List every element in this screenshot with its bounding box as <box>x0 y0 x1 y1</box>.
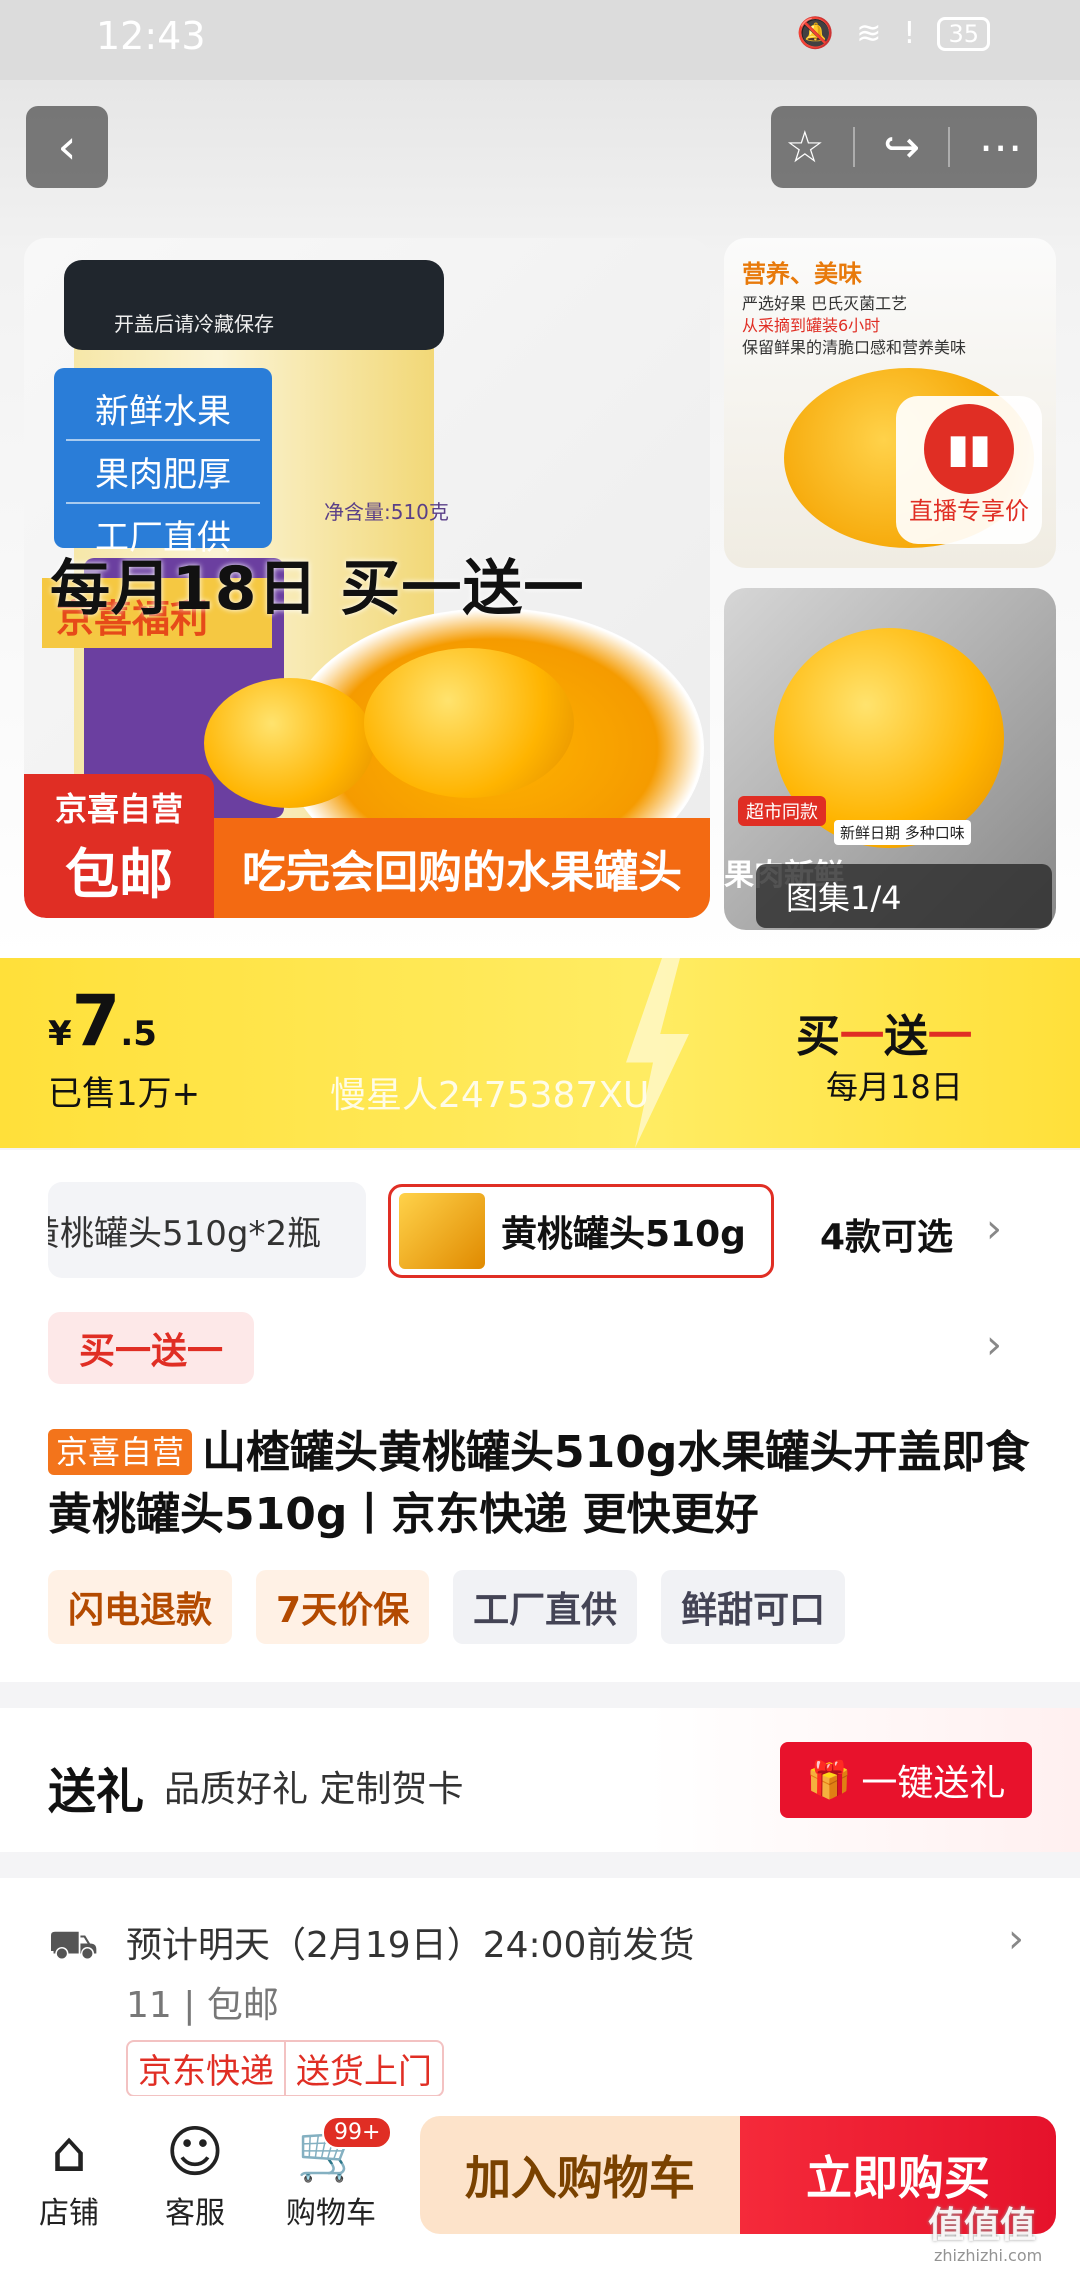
tab-label: 客服 <box>165 2196 225 2231</box>
gift-icon: 🎁 <box>806 1760 852 1801</box>
sku-count[interactable]: 4款可选 <box>820 1208 953 1260</box>
star-icon[interactable]: ☆ <box>785 122 824 173</box>
sku-option-label: 黄桃罐头510g <box>501 1214 746 1255</box>
site-watermark: 值值值 <box>928 2205 1037 2246</box>
delivery-fee: 11 | 包邮 <box>126 1985 279 2026</box>
delivery-tags: 京东快递 送货上门 <box>126 2040 444 2097</box>
promo-title: 买一送一 <box>796 1000 972 1064</box>
battery-icon: 35 <box>937 16 990 51</box>
currency-symbol: ¥ <box>48 1014 72 1054</box>
side-tag: 新鲜日期 多种口味 <box>834 820 971 845</box>
side-title: 营养、美味 <box>742 260 862 288</box>
product-title-text: 山楂罐头黄桃罐头510g水果罐头开盖即食 黄桃罐头510g丨京东快递 更快更好 <box>48 1427 1030 1540</box>
delivery-fee-text: 包邮 <box>206 1985 279 2026</box>
back-button[interactable]: ‹ <box>26 106 108 188</box>
price-integer: 7 <box>71 980 121 1062</box>
user-watermark: 慢星人2475387XU <box>330 1075 650 1116</box>
alert-icon: ! <box>903 16 916 51</box>
service-tags: 闪电退款 7天价保 工厂直供 鲜甜可口 <box>48 1570 846 1644</box>
delivery-tag: 京东快递 <box>128 2042 286 2095</box>
promo-char: 买 <box>796 1011 840 1062</box>
store-icon: ⌂ <box>51 2120 87 2185</box>
sku-option-selected[interactable]: 黄桃罐头510g <box>388 1184 774 1278</box>
sku-thumbnail <box>399 1193 485 1269</box>
badge-bottom: 包邮 <box>65 843 173 906</box>
chevron-right-icon[interactable]: › <box>986 1206 1002 1252</box>
gift-subtitle: 品质好礼 定制贺卡 <box>164 1769 464 1810</box>
wifi-icon: ≋ <box>856 16 882 51</box>
chevron-left-icon: ‹ <box>57 119 77 175</box>
price: ¥7.5 <box>48 980 157 1062</box>
badge-top: 京喜自营 <box>54 790 183 828</box>
divider <box>948 127 951 167</box>
gift-title: 送礼 <box>48 1764 145 1820</box>
product-title: 京喜自营 山楂罐头黄桃罐头510g水果罐头开盖即食 黄桃罐头510g丨京东快递 更… <box>48 1422 1038 1546</box>
more-icon[interactable]: ⋯ <box>979 122 1023 173</box>
chat-icon: ☺ <box>165 2120 225 2185</box>
live-price-button[interactable]: ▮▮ 直播专享价 <box>896 396 1042 544</box>
gift-button[interactable]: 🎁 一键送礼 <box>780 1742 1032 1818</box>
live-chart-icon: ▮▮ <box>924 404 1014 494</box>
net-weight-label: 净含量:510克 <box>324 500 449 524</box>
side-line: 从采摘到罐装6小时 <box>742 316 881 335</box>
divider <box>852 127 855 167</box>
chevron-right-icon[interactable]: › <box>1008 1916 1024 1962</box>
service-tag: 工厂直供 <box>453 1570 638 1644</box>
price-decimal: .5 <box>120 1014 157 1054</box>
slogan-bar: 吃完会回购的水果罐头 <box>214 818 710 918</box>
self-operated-tag: 京喜自营 <box>48 1429 193 1475</box>
live-label: 直播专享价 <box>909 497 1029 525</box>
main-product-image[interactable]: 开盖后请冷藏保存 净含量:510克 京喜福利 新鲜水果 果肉肥厚 工厂直供 每月… <box>24 238 710 918</box>
feature-line: 新鲜水果 <box>66 378 260 441</box>
tab-service[interactable]: ☺ 客服 <box>140 2118 250 2232</box>
side-line: 保留鲜果的清脆口感和营养美味 <box>742 338 967 357</box>
gift-button-label: 一键送礼 <box>861 1763 1006 1804</box>
status-icons: 🔕 ≋ ! 35 <box>797 16 990 51</box>
action-group: ☆ ↪ ⋯ <box>771 106 1037 188</box>
truck-icon: ⛟ <box>48 1922 99 1968</box>
add-to-cart-button[interactable]: 加入购物车 <box>420 2116 740 2234</box>
sold-count: 已售1万+ <box>48 1074 201 1114</box>
promotion-tag[interactable]: 买一送一 <box>48 1312 254 1384</box>
promo-char: 送 <box>884 1011 928 1062</box>
mute-icon: 🔕 <box>796 16 835 51</box>
gallery-indicator[interactable]: 图集1/4 <box>756 864 1052 928</box>
peach-slice <box>204 678 374 808</box>
side-tag: 超市同款 <box>738 796 826 826</box>
delivery-estimate: 预计明天（2月19日）24:00前发货 <box>126 1925 695 1966</box>
cart-count-badge: 99+ <box>322 2116 393 2149</box>
peach-slice <box>364 648 574 798</box>
promo-char: 一 <box>840 1011 884 1062</box>
delivery-tag: 送货上门 <box>296 2052 432 2092</box>
jar-lid-text: 开盖后请冷藏保存 <box>114 312 274 336</box>
side-line: 严选好果 巴氏灭菌工艺 <box>742 294 908 313</box>
service-tag: 7天价保 <box>256 1570 430 1644</box>
tab-label: 店铺 <box>39 2196 99 2231</box>
tab-label: 购物车 <box>286 2196 376 2231</box>
site-watermark-url: zhizhizhi.com <box>934 2246 1043 2265</box>
tab-store[interactable]: ⌂ 店铺 <box>14 2118 124 2232</box>
promo-overlay-title: 每月18日 买一送一 <box>50 554 585 624</box>
promo-subtitle: 每月18日 <box>826 1068 963 1106</box>
delivery-fee-num: 11 <box>126 1985 172 2026</box>
self-operated-badge: 京喜自营 包邮 <box>24 774 214 918</box>
service-tag: 闪电退款 <box>48 1570 233 1644</box>
chevron-right-icon[interactable]: › <box>986 1322 1002 1368</box>
status-bar: 12:43 🔕 ≋ ! 35 <box>0 0 1080 80</box>
sku-option[interactable]: 黄桃罐头510g*2瓶 <box>48 1182 366 1278</box>
sku-option-label: 黄桃罐头510g*2瓶 <box>48 1213 322 1254</box>
promo-char: 一 <box>928 1011 972 1062</box>
status-time: 12:43 <box>96 14 206 58</box>
feature-box: 新鲜水果 果肉肥厚 工厂直供 <box>54 368 272 558</box>
share-icon[interactable]: ↪ <box>883 122 920 173</box>
feature-line: 果肉肥厚 <box>66 441 260 504</box>
service-tag: 鲜甜可口 <box>661 1570 846 1644</box>
